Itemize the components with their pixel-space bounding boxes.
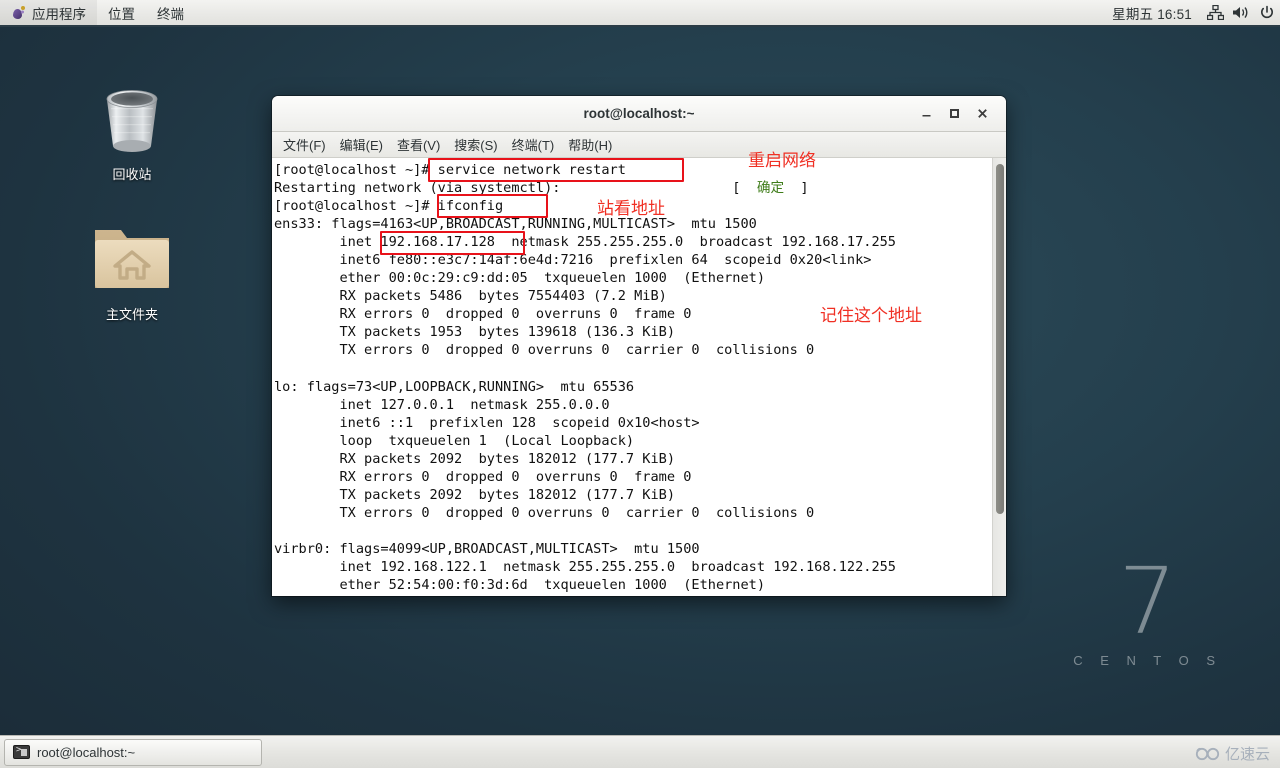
desktop-icon-home[interactable]: 主文件夹 — [72, 218, 192, 323]
terminal-line: inet6 ::1 prefixlen 128 scopeid 0x10<hos… — [274, 414, 700, 431]
taskbar-terminal[interactable]: root@localhost:~ — [4, 738, 262, 766]
bottom-panel: root@localhost:~ 亿速云 — [0, 735, 1280, 768]
clock[interactable]: 星期五 16:51 — [1102, 3, 1202, 23]
terminal-line: RX errors 0 dropped 0 overruns 0 frame 0 — [274, 306, 692, 323]
menu-search[interactable]: 搜索(S) — [447, 133, 504, 156]
terminal-body[interactable]: [root@localhost ~]# service network rest… — [272, 158, 1006, 596]
top-panel-menus: 应用程序 位置 终端 — [0, 0, 195, 25]
centos-name: C E N T O S — [1073, 653, 1222, 668]
taskbar-terminal-label: root@localhost:~ — [37, 744, 136, 760]
menu-help[interactable]: 帮助(H) — [561, 133, 619, 156]
network-icon[interactable] — [1202, 0, 1228, 25]
minimize-button[interactable] — [912, 100, 940, 128]
terminal-line: ether 00:0c:29:c9:dd:05 txqueuelen 1000 … — [274, 270, 766, 287]
menu-terminal-label: 终端 — [157, 6, 184, 22]
minimize-icon — [922, 115, 930, 117]
terminal-scrollbar[interactable] — [992, 158, 1006, 596]
menu-terminal[interactable]: 终端 — [146, 0, 195, 25]
terminal-window[interactable]: root@localhost:~ 文件(F) 编辑(E) 查看(V) 搜索(S)… — [272, 96, 1006, 596]
centos-version: 7 — [1118, 548, 1177, 656]
desktop-icon-home-label: 主文件夹 — [105, 307, 158, 322]
centos-watermark: 7 C E N T O S — [1073, 548, 1222, 668]
status-ok: 确定 — [756, 180, 785, 197]
terminal-line: lo: flags=73<UP,LOOPBACK,RUNNING> mtu 65… — [274, 378, 635, 395]
terminal-line: inet 192.168.122.1 netmask 255.255.255.0… — [274, 559, 896, 576]
terminal-line: inet6 fe80::e3c7:14af:6e4d:7216 prefixle… — [274, 252, 872, 269]
terminal-line: inet 127.0.0.1 netmask 255.0.0.0 — [274, 396, 610, 413]
glasses-icon — [1195, 747, 1220, 761]
maximize-button[interactable] — [940, 100, 968, 128]
menubar: 文件(F) 编辑(E) 查看(V) 搜索(S) 终端(T) 帮助(H) — [272, 132, 1006, 158]
volume-icon[interactable] — [1228, 0, 1254, 25]
window-buttons — [912, 100, 1006, 128]
trash-icon — [106, 90, 158, 152]
menu-edit[interactable]: 编辑(E) — [333, 133, 390, 156]
scrollbar-thumb[interactable] — [996, 164, 1004, 514]
terminal-line: ether 52:54:00:f0:3d:6d txqueuelen 1000 … — [274, 577, 766, 594]
terminal-line: RX errors 0 dropped 0 overruns 0 frame 0 — [274, 468, 692, 485]
terminal-line: TX errors 0 dropped 0 overruns 0 carrier… — [274, 504, 815, 521]
terminal-line: ens33: flags=4163<UP,BROADCAST,RUNNING,M… — [274, 216, 757, 233]
desktop-icon-trash-label: 回收站 — [112, 167, 152, 182]
terminal-line: virbr0: flags=4099<UP,BROADCAST,MULTICAS… — [274, 540, 700, 557]
terminal-line: TX errors 0 dropped 0 overruns 0 carrier… — [274, 342, 815, 359]
menu-applications[interactable]: 应用程序 — [0, 0, 97, 25]
close-button[interactable] — [968, 100, 996, 128]
yisu-watermark: 亿速云 — [1195, 743, 1270, 764]
terminal-output[interactable]: [root@localhost ~]# service network rest… — [272, 158, 992, 596]
terminal-line: RX packets 5486 bytes 7554403 (7.2 MiB) — [274, 288, 667, 305]
terminal-line: TX packets 2092 bytes 182012 (177.7 KiB) — [274, 486, 676, 503]
terminal-icon — [13, 745, 30, 759]
menu-view[interactable]: 查看(V) — [390, 133, 447, 156]
terminal-line: RX packets 2092 bytes 182012 (177.7 KiB) — [274, 450, 676, 467]
menu-applications-label: 应用程序 — [32, 6, 86, 22]
home-folder-icon — [95, 230, 169, 288]
terminal-line: [root@localhost ~]# ifconfig — [274, 198, 504, 215]
terminal-line: [root@localhost ~]# service network rest… — [274, 162, 626, 178]
desktop-icon-trash[interactable]: 回收站 — [72, 78, 192, 183]
maximize-icon — [949, 109, 959, 118]
terminal-line: Restarting network (via systemctl): [ 确定… — [274, 180, 809, 197]
menu-places-label: 位置 — [108, 6, 135, 22]
menu-file[interactable]: 文件(F) — [276, 133, 333, 156]
terminal-line: inet 192.168.17.128 netmask 255.255.255.… — [274, 234, 896, 251]
menu-places[interactable]: 位置 — [97, 0, 146, 25]
window-title: root@localhost:~ — [583, 106, 695, 121]
terminal-line: TX packets 1953 bytes 139618 (136.3 KiB) — [274, 324, 676, 341]
close-icon — [977, 109, 987, 118]
terminal-line: loop txqueuelen 1 (Local Loopback) — [274, 432, 635, 449]
gnome-foot-icon — [11, 5, 26, 20]
top-panel-tray: 星期五 16:51 — [1102, 0, 1280, 25]
titlebar[interactable]: root@localhost:~ — [272, 96, 1006, 132]
yisu-watermark-label: 亿速云 — [1224, 746, 1270, 763]
top-panel: 应用程序 位置 终端 星期五 16:51 — [0, 0, 1280, 27]
power-icon[interactable] — [1254, 0, 1280, 25]
menu-terminal[interactable]: 终端(T) — [505, 133, 562, 156]
